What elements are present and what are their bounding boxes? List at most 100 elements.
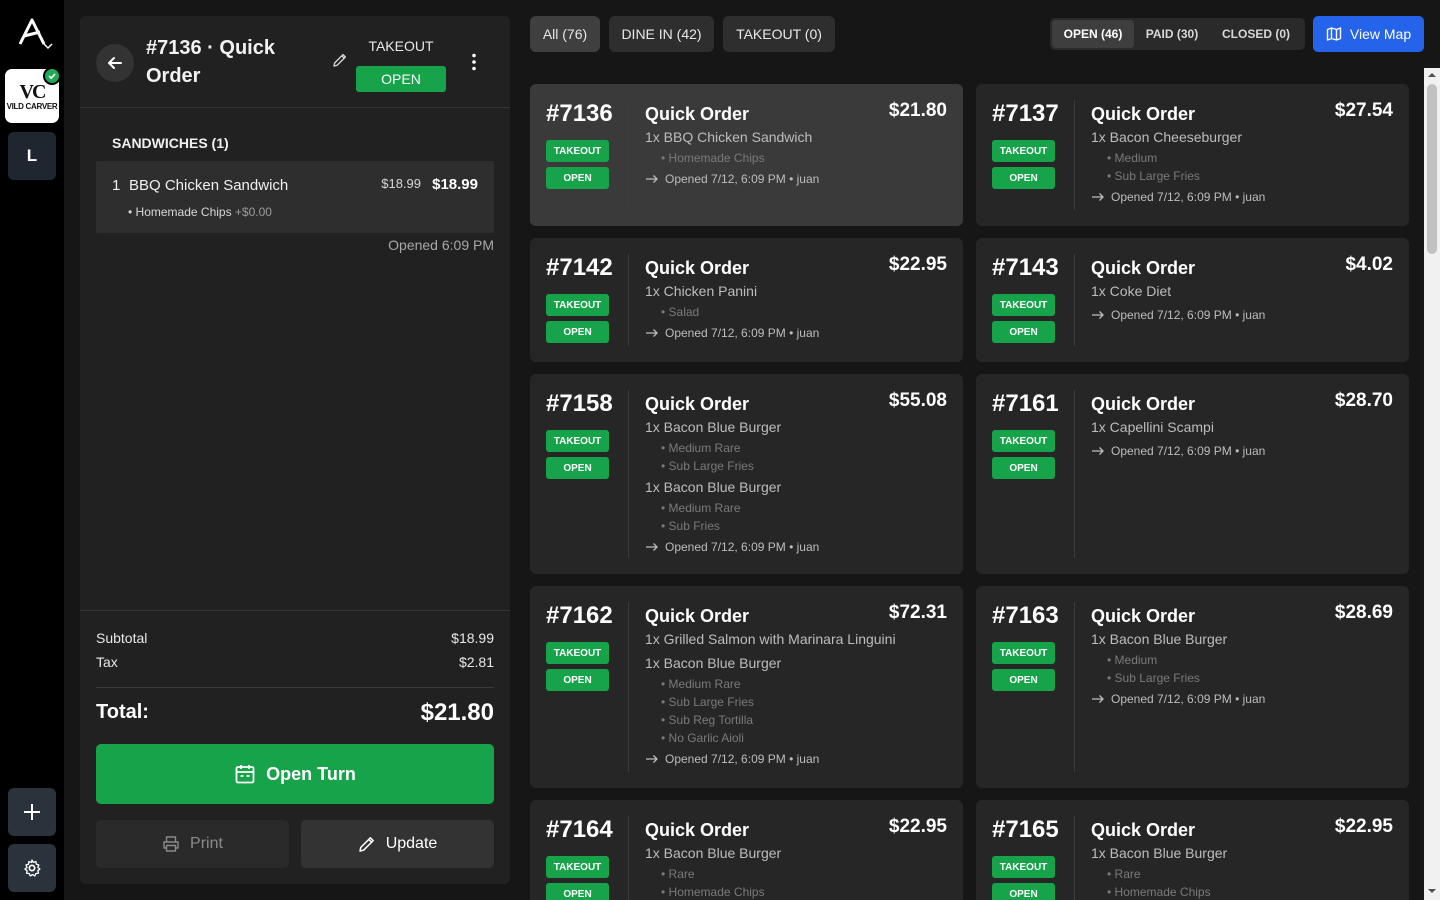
scrollbar-thumb[interactable] [1427,84,1437,254]
order-status-badge: OPEN [546,669,609,691]
store-switcher[interactable]: VC VILD CARVER [5,67,61,123]
order-card[interactable]: #7162 TAKEOUT OPEN Quick Order $72.31 1x Gril… [530,586,963,788]
order-price: $21.80 [888,100,947,121]
arrow-right-icon [646,543,658,551]
order-price: $22.95 [888,816,947,837]
view-map-button[interactable]: View Map [1313,16,1424,52]
print-button[interactable]: Print [96,820,289,868]
tab-open[interactable]: OPEN (46) [1052,20,1134,48]
scroll-down-icon[interactable] [1428,887,1436,895]
order-card[interactable]: #7142 TAKEOUT OPEN Quick Order $22.95 1x Chic… [530,238,963,362]
status-tabs: OPEN (46) PAID (30) CLOSED (0) [1050,18,1305,50]
order-card[interactable]: #7161 TAKEOUT OPEN Quick Order $28.70 1x Cape… [976,374,1409,574]
order-opened-text: Opened 7/12, 6:09 PM • juan [1111,444,1266,458]
total-row: Total: $21.80 [96,699,494,726]
divider [1074,100,1075,210]
open-turn-label: Open Turn [266,763,356,784]
kebab-icon [472,53,476,71]
store-logo-text: VILD CARVER [6,101,58,111]
category-heading: SANDWICHES (1) [112,135,229,151]
order-card-body: Quick Order $22.95 1x Chicken Panini • Sala… [645,254,947,345]
line-item-qty: 1 [112,177,121,194]
tax-row: Tax $2.81 [96,654,494,670]
add-order-button[interactable] [8,788,56,836]
order-price: $22.95 [1334,816,1393,837]
view-map-label: View Map [1349,26,1412,42]
arrow-right-icon [646,175,658,183]
order-opened: Opened 7/12, 6:09 PM • juan [645,321,947,345]
more-options-button[interactable] [464,52,484,77]
order-number: #7165 [992,816,1059,843]
order-opened-text: Opened 7/12, 6:09 PM • juan [665,172,820,186]
order-item: 1x Capellini Scampi [1091,419,1214,435]
order-item: 1x Bacon Blue Burger [645,419,782,435]
order-opened-text: Opened 7/12, 6:09 PM • juan [665,752,820,766]
order-price: $72.31 [888,602,947,623]
order-price: $22.95 [888,254,947,275]
open-turn-button[interactable]: Open Turn [96,744,494,804]
order-type-badge: TAKEOUT [546,856,609,878]
arrow-right-icon [646,755,658,763]
app-logo-icon[interactable] [14,14,54,54]
order-status-badge: OPEN [546,883,609,900]
arrow-right-icon [646,329,658,337]
update-button[interactable]: Update [301,820,494,868]
filter-all[interactable]: All (76) [530,16,600,52]
scroll-up-icon[interactable] [1428,71,1436,79]
calendar-icon [235,765,255,784]
order-card[interactable]: #7158 TAKEOUT OPEN Quick Order $55.08 1x Baco… [530,374,963,574]
order-number: #7142 [546,254,613,281]
tab-paid[interactable]: PAID (30) [1136,20,1208,48]
divider [1074,254,1075,346]
tab-closed[interactable]: CLOSED (0) [1210,20,1302,48]
map-icon [1326,27,1342,41]
order-card[interactable]: #7165 TAKEOUT OPEN Quick Order $22.95 1x Baco… [976,800,1409,900]
edit-title-button[interactable] [332,52,348,73]
filter-takeout[interactable]: TAKEOUT (0) [723,16,835,52]
order-price: $28.70 [1334,390,1393,411]
order-item-modifier: • Sub Large Fries [1107,671,1200,685]
order-item-modifier: • No Garlic Aioli [661,731,744,745]
settings-button[interactable] [8,844,56,892]
order-card[interactable]: #7143 TAKEOUT OPEN Quick Order $4.02 1x Coke … [976,238,1409,362]
order-opened-text: Opened 7/12, 6:09 PM • juan [1111,190,1266,204]
order-status-badge: OPEN [356,66,446,92]
order-card[interactable]: #7137 TAKEOUT OPEN Quick Order $27.54 1x Baco… [976,84,1409,226]
subtotal-value: $18.99 [451,630,494,646]
store-logo-mark: VC [19,80,47,103]
back-button[interactable] [96,44,134,82]
user-avatar[interactable]: L [8,132,56,180]
left-rail: VC VILD CARVER L [0,0,64,900]
order-type-badge: TAKEOUT [992,294,1055,316]
order-card[interactable]: #7163 TAKEOUT OPEN Quick Order $28.69 1x Baco… [976,586,1409,788]
divider [628,100,629,210]
order-card[interactable]: #7164 TAKEOUT OPEN Quick Order $22.95 1x Baco… [530,800,963,900]
order-line-item[interactable]: 1 BBQ Chicken Sandwich $18.99 $18.99 • H… [96,161,494,233]
order-item-modifier: • Sub Reg Tortilla [661,713,754,727]
order-type-badge: TAKEOUT [992,642,1055,664]
order-card-body: Quick Order $27.54 1x Bacon Cheeseburger • … [1091,100,1393,209]
order-card-body: Quick Order $21.80 1x BBQ Chicken Sandwich… [645,100,947,191]
order-number: #7158 [546,390,613,417]
order-number: #7143 [992,254,1059,281]
order-card-body: Quick Order $22.95 1x Bacon Blue Burger • R… [645,816,947,900]
opened-time: Opened 6:09 PM [388,237,494,253]
order-number: #7137 [992,100,1059,127]
order-detail-panel: #7136 · Quick Order TAKEOUT OPEN SANDWIC… [80,16,510,884]
order-item-modifier: • Salad [661,305,700,319]
filter-dine-in[interactable]: DINE IN (42) [609,16,714,52]
arrow-right-icon [1092,695,1104,703]
order-grid: #7136 TAKEOUT OPEN Quick Order $21.80 1x BBQ … [530,84,1409,900]
print-label: Print [190,835,223,852]
update-label: Update [385,835,438,852]
arrow-right-icon [1092,193,1104,201]
modifier-price: +$0.00 [234,205,272,219]
order-item: 1x Coke Diet [1091,283,1172,299]
order-card-body: Quick Order $28.70 1x Capellini Scampi Open… [1091,390,1393,463]
order-type-label: TAKEOUT [368,38,434,54]
line-item-name: BBQ Chicken Sandwich [129,177,289,194]
total-label: Total: [96,701,149,723]
order-card[interactable]: #7136 TAKEOUT OPEN Quick Order $21.80 1x BBQ … [530,84,963,226]
divider [628,254,629,346]
order-status-badge: OPEN [546,321,609,343]
